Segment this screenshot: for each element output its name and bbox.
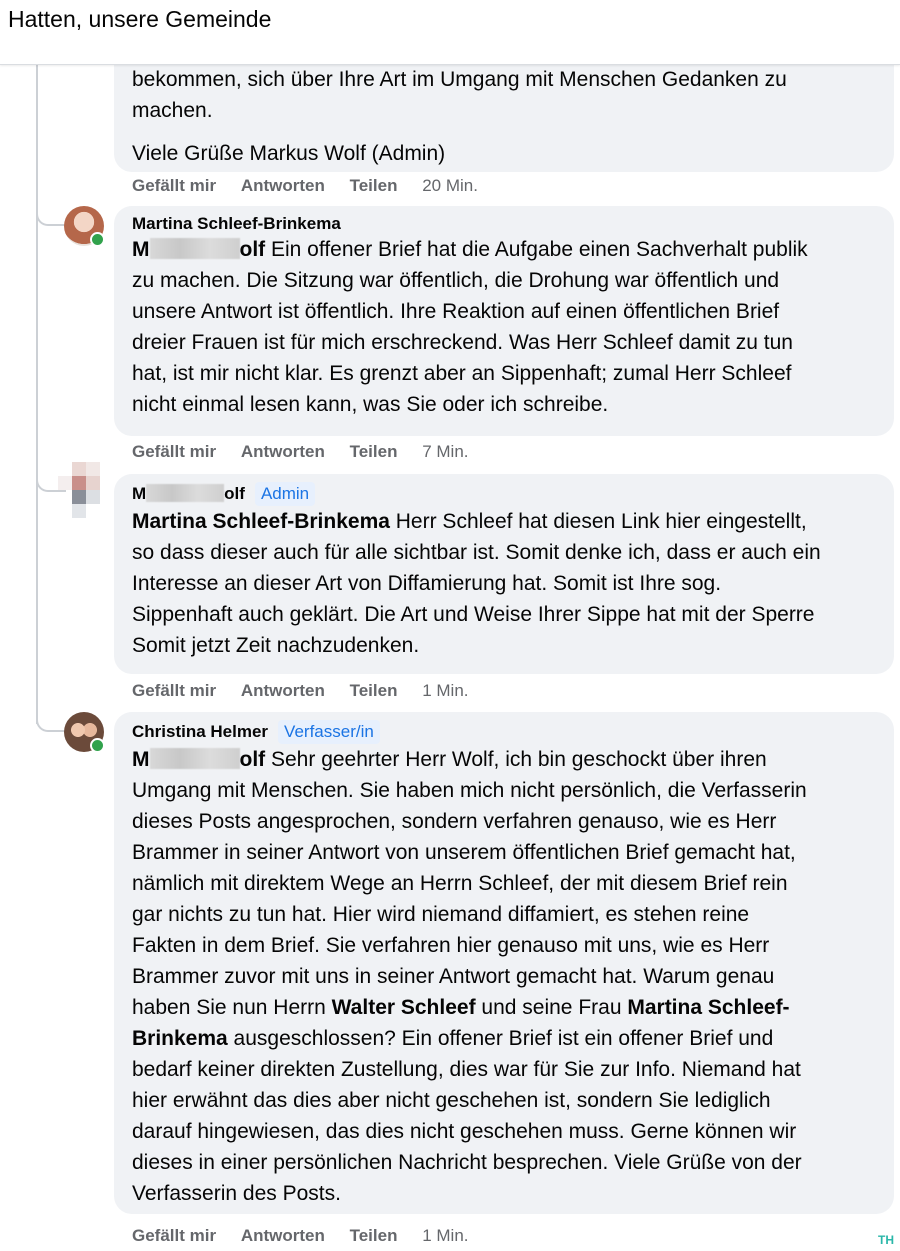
comment-line: Molf Sehr geehrter Herr Wolf, ich bin ge… xyxy=(132,748,767,771)
comment-text: Martina Schleef-Brinkema Herr Schleef ha… xyxy=(132,506,876,661)
reply-button[interactable]: Antworten xyxy=(241,681,325,700)
comment-line: Brammer in seiner Antwort von unserem öf… xyxy=(132,841,796,864)
comment-line: dieses Posts angesprochen, sondern verfa… xyxy=(132,810,777,833)
share-button[interactable]: Teilen xyxy=(350,176,398,195)
like-button[interactable]: Gefällt mir xyxy=(132,1226,216,1245)
watermark: TH xyxy=(878,1233,894,1247)
comment-line: Somit jetzt Zeit nachzudenken. xyxy=(132,634,420,657)
like-button[interactable]: Gefällt mir xyxy=(132,176,216,195)
mention-link[interactable]: Molf xyxy=(132,748,265,771)
comment-line: Umgang mit Menschen. Sie haben mich nich… xyxy=(132,779,807,802)
comment-line: hat, ist mir nicht klar. Es grenzt aber … xyxy=(132,362,792,385)
comment-author[interactable]: Martina Schleef-Brinkema xyxy=(132,214,341,234)
comment-line: Brinkema ausgeschlossen? Ein offener Bri… xyxy=(132,1027,774,1050)
mention-link[interactable]: Martina Schleef-Brinkema xyxy=(132,510,390,533)
comment-text: Molf Sehr geehrter Herr Wolf, ich bin ge… xyxy=(132,744,876,1209)
mention-link[interactable]: Walter Schleef xyxy=(332,996,476,1019)
comment-line: machen. xyxy=(132,99,213,122)
redacted-name xyxy=(146,484,225,502)
mention-link[interactable]: Molf xyxy=(132,238,265,261)
comment-line: Sippenhaft auch geklärt. Die Art und Wei… xyxy=(132,603,815,626)
comment-timestamp[interactable]: 7 Min. xyxy=(422,442,468,461)
comment-actions: Gefällt mir Antworten Teilen 1 Min. xyxy=(132,1226,489,1246)
comment-author[interactable]: Christina Helmer xyxy=(132,722,268,742)
avatar[interactable] xyxy=(64,206,105,247)
comment-line: unsere Antwort ist öffentlich. Ihre Reak… xyxy=(132,300,780,323)
thread-branch xyxy=(36,714,66,732)
comment-bubble: Christina Helmer Verfasser/in Molf Sehr g… xyxy=(114,712,894,1214)
comment-timestamp[interactable]: 20 Min. xyxy=(422,176,478,195)
redacted-name xyxy=(149,238,240,259)
avatar[interactable] xyxy=(64,712,105,753)
like-button[interactable]: Gefällt mir xyxy=(132,681,216,700)
comment-line: nicht einmal lesen kann, was Sie oder ic… xyxy=(132,393,609,416)
comment-actions: Gefällt mir Antworten Teilen 7 Min. xyxy=(132,442,489,462)
reply-button[interactable]: Antworten xyxy=(241,176,325,195)
comment-actions: Gefällt mir Antworten Teilen 20 Min. xyxy=(132,176,498,196)
comment-line: nämlich mit direktem Wege an Herrn Schle… xyxy=(132,872,788,895)
comment-text: Molf Ein offener Brief hat die Aufgabe e… xyxy=(132,234,876,420)
comment-actions: Gefällt mir Antworten Teilen 1 Min. xyxy=(132,681,489,701)
share-button[interactable]: Teilen xyxy=(350,442,398,461)
thread-branch xyxy=(36,208,66,226)
redacted-name xyxy=(149,748,240,769)
online-status-icon xyxy=(90,232,105,247)
avatar[interactable] xyxy=(58,462,102,522)
comment-line: Interesse an dieser Art von Diffamierung… xyxy=(132,572,722,595)
comment-line: gar nichts zu tun hat. Hier wird niemand… xyxy=(132,903,750,926)
comment-timestamp[interactable]: 1 Min. xyxy=(422,681,468,700)
comment-line: Martina Schleef-Brinkema Herr Schleef ha… xyxy=(132,510,807,533)
comment-line: bedarf keiner direkten Zustellung, dies … xyxy=(132,1058,801,1081)
comment-text: bekommen, sich über Ihre Art im Umgang m… xyxy=(132,64,876,169)
author-badge: Verfasser/in xyxy=(278,720,380,744)
comment-line: dreier Frauen ist für mich erschreckend.… xyxy=(132,331,793,354)
comment-author[interactable]: Molf xyxy=(132,484,245,504)
like-button[interactable]: Gefällt mir xyxy=(132,442,216,461)
comment-bubble: Martina Schleef-Brinkema Molf Ein offene… xyxy=(114,206,894,436)
reply-button[interactable]: Antworten xyxy=(241,1226,325,1245)
comment-line: Fakten in dem Brief. Sie verfahren hier … xyxy=(132,934,770,957)
comment-line: Viele Grüße Markus Wolf (Admin) xyxy=(132,142,446,165)
share-button[interactable]: Teilen xyxy=(350,1226,398,1245)
comment-line: darauf hingewiesen, das dies nicht gesch… xyxy=(132,1120,797,1143)
mention-link[interactable]: Martina Schleef- xyxy=(627,996,789,1019)
share-button[interactable]: Teilen xyxy=(350,681,398,700)
group-title[interactable]: Hatten, unsere Gemeinde xyxy=(8,6,271,33)
comment-line: haben Sie nun Herrn Walter Schleef und s… xyxy=(132,996,790,1019)
comment-line: dieses in einer persönlichen Nachricht b… xyxy=(132,1151,802,1174)
comment-line: zu machen. Die Sitzung war öffentlich, d… xyxy=(132,269,780,292)
online-status-icon xyxy=(90,738,105,753)
page-header: Hatten, unsere Gemeinde xyxy=(0,0,900,65)
comment-line: Molf Ein offener Brief hat die Aufgabe e… xyxy=(132,238,808,261)
reply-button[interactable]: Antworten xyxy=(241,442,325,461)
mention-link[interactable]: Brinkema xyxy=(132,1027,228,1050)
comment-timestamp[interactable]: 1 Min. xyxy=(422,1226,468,1245)
comment-line: hier erwähnt das dies aber nicht gescheh… xyxy=(132,1089,771,1112)
comment-line: Brammer zuvor mit uns in seiner Antwort … xyxy=(132,965,775,988)
comment-bubble: Molf Admin Martina Schleef-Brinkema Herr … xyxy=(114,474,894,674)
comment-line: so dass dieser auch für alle sichtbar is… xyxy=(132,541,821,564)
comment-line: bekommen, sich über Ihre Art im Umgang m… xyxy=(132,68,787,91)
comment-header: Molf Admin xyxy=(132,482,876,506)
comment-line: Verfasserin des Posts. xyxy=(132,1182,341,1205)
comment-header: Christina Helmer Verfasser/in xyxy=(132,720,876,744)
admin-badge: Admin xyxy=(254,482,316,506)
thread-line xyxy=(36,64,38,724)
